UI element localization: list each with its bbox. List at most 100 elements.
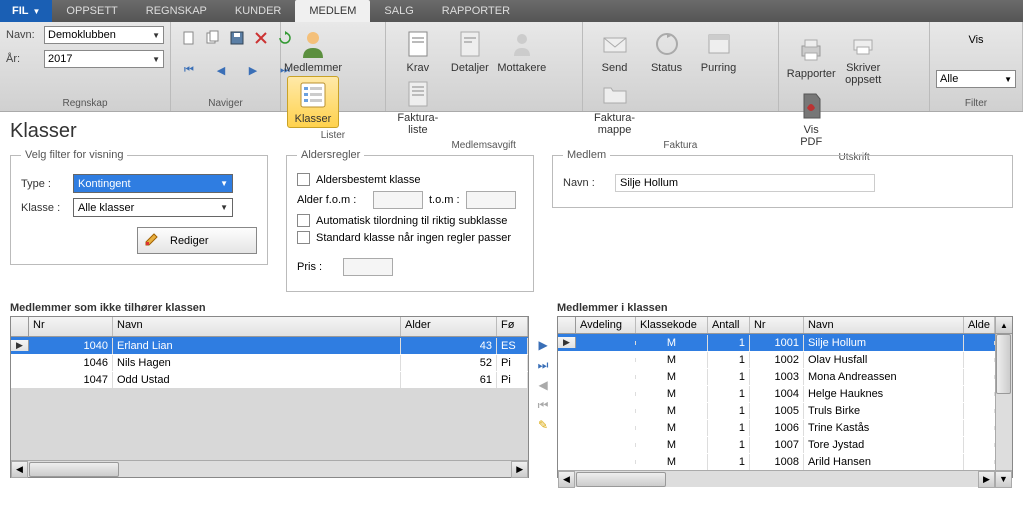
table-row[interactable]: ▶M11001Silje Hollum <box>558 334 1012 351</box>
rediger-label: Rediger <box>170 235 209 247</box>
menu-tab-oppsett[interactable]: OPPSETT <box>52 0 131 22</box>
menu-tab-regnskap[interactable]: REGNSKAP <box>132 0 221 22</box>
medlem-navn-field[interactable]: Silje Hollum <box>615 174 875 192</box>
main-content: Klasser Velg filter for visning Type : K… <box>0 112 1023 478</box>
standard-check[interactable]: Standard klasse når ingen regler passer <box>297 231 523 244</box>
table-row[interactable]: M11007Tore Jystad <box>558 436 1012 453</box>
table-row[interactable]: M11004Helge Hauknes <box>558 385 1012 402</box>
mail-icon <box>599 28 631 60</box>
right-hscroll[interactable]: ◀ ▶ ▼ <box>558 470 1012 487</box>
scroll-left-icon[interactable]: ◀ <box>11 461 28 478</box>
vscroll[interactable] <box>995 334 1012 470</box>
scroll-right-icon[interactable]: ▶ <box>978 471 995 488</box>
checkbox-icon <box>297 214 310 227</box>
table-row[interactable]: M11002Olav Husfall <box>558 351 1012 368</box>
detail-icon <box>454 28 486 60</box>
alders-fieldset: Aldersregler Aldersbestemt klasse Alder … <box>286 149 534 292</box>
ar-combo[interactable]: 2017 ▼ <box>44 50 164 68</box>
left-hscroll[interactable]: ◀ ▶ <box>11 460 528 477</box>
menu-tab-salg[interactable]: SALG <box>370 0 427 22</box>
medlemmer-button[interactable]: Medlemmer <box>287 26 339 76</box>
tom-label: t.o.m : <box>429 194 460 206</box>
move-left-icon[interactable]: ◀ <box>536 378 550 392</box>
col-avdeling[interactable]: Avdeling <box>576 317 636 333</box>
detaljer-button[interactable]: Detaljer <box>444 26 496 76</box>
purring-button[interactable]: Purring <box>693 26 745 76</box>
folder-icon <box>599 78 631 110</box>
move-right-icon[interactable]: ▶ <box>536 338 550 352</box>
dropdown-icon: ▼ <box>220 179 228 188</box>
status-button[interactable]: Status <box>641 26 693 76</box>
left-grid-header: Nr Navn Alder Fø <box>11 317 528 337</box>
vis-combo[interactable]: Alle ▼ <box>936 70 1016 88</box>
clear-icon[interactable]: ✎ <box>536 418 550 432</box>
navn-combo[interactable]: Demoklubben ▼ <box>44 26 164 44</box>
col-antall[interactable]: Antall <box>708 317 750 333</box>
scroll-down-icon[interactable]: ▼ <box>995 471 1012 488</box>
delete-icon[interactable] <box>250 27 272 49</box>
menu-fil[interactable]: FIL ▼ <box>0 0 52 22</box>
col-alder[interactable]: Alder <box>401 317 497 336</box>
fakturamappe-button[interactable]: Faktura- mappe <box>589 76 641 138</box>
printer-settings-icon <box>847 28 879 60</box>
rediger-button[interactable]: Rediger <box>137 227 257 254</box>
right-grid: Avdeling Klassekode Antall Nr Navn Alde … <box>557 316 1013 478</box>
medlem-navn-value: Silje Hollum <box>620 177 678 189</box>
menu-tab-medlem[interactable]: MEDLEM <box>295 0 370 22</box>
auto-check[interactable]: Automatisk tilordning til riktig subklas… <box>297 214 523 227</box>
checkbox-icon <box>297 231 310 244</box>
type-combo[interactable]: Kontingent ▼ <box>73 174 233 193</box>
menu-tab-rapporter[interactable]: RAPPORTER <box>428 0 524 22</box>
next-icon[interactable]: ▶ <box>242 59 264 81</box>
group-label: Naviger <box>177 96 274 109</box>
scroll-thumb[interactable] <box>996 334 1011 394</box>
scroll-left-icon[interactable]: ◀ <box>558 471 575 488</box>
table-row[interactable]: ▶ 1040 Erland Lian 43 ES <box>11 337 528 354</box>
navn-value: Demoklubben <box>48 29 116 41</box>
vis-value: Alle <box>940 73 958 85</box>
table-row[interactable]: 1046 Nils Hagen 52 Pi <box>11 354 528 371</box>
edit-icon <box>144 231 160 250</box>
menu-tab-kunder[interactable]: KUNDER <box>221 0 295 22</box>
table-row[interactable]: M11006Trine Kastås <box>558 419 1012 436</box>
col-navn[interactable]: Navn <box>113 317 401 336</box>
rapporter-button[interactable]: Rapporter <box>785 32 837 82</box>
save-icon[interactable] <box>226 27 248 49</box>
krav-button[interactable]: Krav <box>392 26 444 76</box>
col-nr[interactable]: Nr <box>750 317 804 333</box>
fom-input[interactable] <box>373 191 423 209</box>
col-alde[interactable]: Alde <box>964 317 995 333</box>
table-row[interactable]: 1047 Odd Ustad 61 Pi <box>11 371 528 388</box>
mottakere-button[interactable]: Mottakere <box>496 26 548 76</box>
col-navn[interactable]: Navn <box>804 317 964 333</box>
dropdown-icon: ▼ <box>152 31 160 40</box>
col-klassekode[interactable]: Klassekode <box>636 317 708 333</box>
filter-legend: Velg filter for visning <box>21 149 127 161</box>
klasser-button[interactable]: Klasser <box>287 76 339 128</box>
row-header: ▶ <box>558 337 576 348</box>
vispdf-button[interactable]: Vis PDF <box>785 88 837 150</box>
scroll-right-icon[interactable]: ▶ <box>511 461 528 478</box>
first-icon[interactable]: ⏮ <box>178 59 200 81</box>
new-icon[interactable] <box>178 27 200 49</box>
scroll-up-icon[interactable]: ▲ <box>995 317 1012 333</box>
scroll-thumb[interactable] <box>29 462 119 477</box>
pris-input[interactable] <box>343 258 393 276</box>
col-nr[interactable]: Nr <box>29 317 113 336</box>
table-row[interactable]: M11005Truls Birke <box>558 402 1012 419</box>
klasse-combo[interactable]: Alle klasser ▼ <box>73 198 233 217</box>
skriveroppsett-button[interactable]: Skriver oppsett <box>837 26 889 88</box>
copy-icon[interactable] <box>202 27 224 49</box>
aldersbestemt-check[interactable]: Aldersbestemt klasse <box>297 173 523 186</box>
fakturaliste-button[interactable]: Faktura- liste <box>392 76 444 138</box>
prev-icon[interactable]: ◀ <box>210 59 232 81</box>
table-row[interactable]: M11008Arild Hansen <box>558 453 1012 470</box>
move-all-left-icon[interactable]: ⏮ <box>536 398 550 412</box>
table-row[interactable]: M11003Mona Andreassen <box>558 368 1012 385</box>
tom-input[interactable] <box>466 191 516 209</box>
send-button[interactable]: Send <box>589 26 641 76</box>
type-value: Kontingent <box>78 178 131 190</box>
scroll-thumb[interactable] <box>576 472 666 487</box>
move-all-right-icon[interactable]: ⏭ <box>536 358 550 372</box>
col-f[interactable]: Fø <box>497 317 528 336</box>
